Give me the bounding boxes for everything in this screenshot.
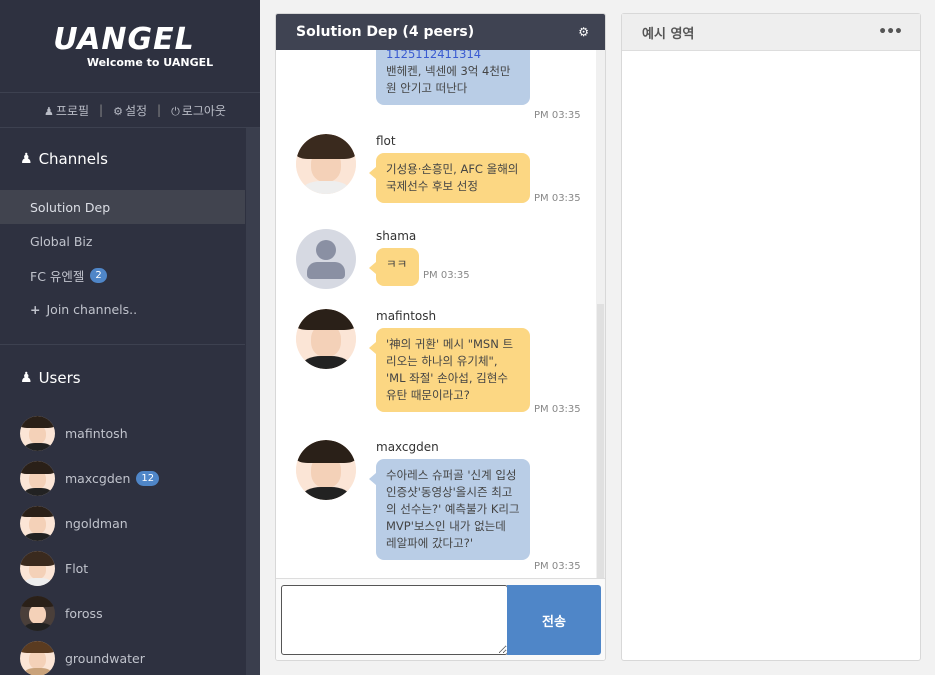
- user-item[interactable]: mafintosh: [0, 411, 260, 456]
- settings-link[interactable]: ⚙ 설정: [113, 102, 147, 119]
- unread-badge: 2: [90, 267, 107, 283]
- user-icon: ♟: [20, 370, 33, 386]
- example-title: 예시 영역: [642, 26, 695, 42]
- message-bubble: 기성용·손흥민, AFC 올해의 국제선수 후보 선정: [369, 153, 530, 203]
- message-bubble: ㅋㅋ: [369, 248, 419, 286]
- chat-header: Solution Dep (4 peers) ⚙: [276, 14, 605, 50]
- separator: |: [99, 103, 104, 117]
- profile-label: 프로필: [55, 103, 90, 118]
- avatar: [20, 461, 55, 496]
- avatar: [296, 440, 356, 500]
- users-title-label: Users: [38, 369, 81, 387]
- user-item[interactable]: maxcgden 12: [0, 456, 260, 501]
- compose-area: 전송: [276, 578, 605, 660]
- unread-badge: 12: [136, 471, 160, 486]
- chat-panel: Solution Dep (4 peers) ⚙ 1125112411314 밴…: [275, 13, 606, 661]
- message-text: 기성용·손흥민, AFC 올해의 국제선수 후보 선정: [386, 162, 519, 193]
- user-label: foross: [65, 606, 103, 621]
- plus-icon: +: [30, 301, 41, 317]
- message-time: PM 03:35: [423, 270, 470, 281]
- channel-item-fc[interactable]: FC 유엔젤 2: [0, 258, 245, 292]
- group-icon: ♟: [20, 151, 33, 167]
- avatar: [20, 596, 55, 631]
- user-item[interactable]: foross: [0, 591, 260, 636]
- message-sender: flot: [376, 134, 396, 148]
- avatar: [296, 134, 356, 194]
- profile-link[interactable]: ♟ 프로필: [44, 102, 89, 119]
- channels-title: ♟ Channels: [0, 128, 260, 190]
- message-bubble: 1125112411314 밴헤켄, 넥센에 3억 4천만 원 안기고 떠난다: [376, 50, 530, 105]
- gear-icon: ⚙: [113, 104, 123, 118]
- avatar: [20, 551, 55, 586]
- channel-label: Global Biz: [30, 233, 93, 249]
- avatar: [20, 641, 55, 675]
- message-bubble: '神의 귀환' 메시 "MSN 트리오는 하나의 유기체", 'ML 좌절' 손…: [369, 328, 530, 412]
- message-link[interactable]: 1125112411314: [386, 50, 520, 63]
- user-label: maxcgden: [65, 471, 131, 486]
- channel-item-global-biz[interactable]: Global Biz: [0, 224, 245, 258]
- chat-title: Solution Dep (4 peers): [296, 24, 475, 40]
- separator: |: [157, 103, 162, 117]
- power-icon: ⏻: [171, 104, 180, 118]
- message-sender: shama: [376, 229, 417, 243]
- user-label: mafintosh: [65, 426, 128, 441]
- avatar: [20, 416, 55, 451]
- message-time: PM 03:35: [534, 561, 581, 572]
- sidebar: UANGEL Welcome to UANGEL ♟ 프로필 | ⚙ 설정 | ⏻ 로…: [0, 0, 260, 675]
- message-time: PM 03:35: [534, 404, 581, 415]
- channels-title-label: Channels: [38, 150, 108, 168]
- channel-item-solution-dep[interactable]: Solution Dep: [0, 190, 245, 224]
- avatar: [296, 309, 356, 369]
- user-item[interactable]: Flot: [0, 546, 260, 591]
- message-sender: mafintosh: [376, 309, 437, 323]
- users-title: ♟ Users: [0, 345, 260, 411]
- user-label: ngoldman: [65, 516, 128, 531]
- logout-label: 로그아웃: [181, 103, 226, 118]
- message-input[interactable]: [281, 585, 508, 655]
- user-item[interactable]: ngoldman: [0, 501, 260, 546]
- sidebar-scrollbar[interactable]: [246, 128, 260, 675]
- user-item[interactable]: groundwater: [0, 636, 260, 675]
- user-label: groundwater: [65, 651, 145, 666]
- channel-label: FC 유엔젤: [30, 268, 85, 284]
- message-list[interactable]: 1125112411314 밴헤켄, 넥센에 3억 4천만 원 안기고 떠난다 …: [276, 50, 605, 578]
- message-text: '神의 귀환' 메시 "MSN 트리오는 하나의 유기체", 'ML 좌절' 손…: [386, 337, 514, 402]
- logo-welcome: Welcome to UANGEL: [86, 55, 214, 69]
- settings-label: 설정: [124, 103, 148, 118]
- send-button[interactable]: 전송: [507, 585, 601, 655]
- user-menu: ♟ 프로필 | ⚙ 설정 | ⏻ 로그아웃: [0, 93, 260, 128]
- message-text: 밴헤켄, 넥센에 3억 4천만 원 안기고 떠난다: [386, 64, 511, 95]
- more-icon[interactable]: •••: [878, 24, 903, 40]
- join-channels-link[interactable]: + Join channels..: [0, 292, 245, 326]
- join-channels-label: Join channels..: [46, 301, 138, 317]
- gear-icon[interactable]: ⚙: [578, 25, 589, 39]
- message-text: 수아레스 슈퍼골 '신계 입성 인증샷'동영상'올시즌 최고의 선수는?' 예측…: [386, 468, 520, 550]
- avatar: [296, 229, 356, 289]
- example-panel: 예시 영역 •••: [621, 13, 921, 661]
- logout-link[interactable]: ⏻ 로그아웃: [171, 102, 226, 119]
- message-scrollbar-thumb[interactable]: [597, 304, 604, 578]
- user-icon: ♟: [44, 104, 54, 118]
- message-bubble: 수아레스 슈퍼골 '신계 입성 인증샷'동영상'올시즌 최고의 선수는?' 예측…: [369, 459, 530, 560]
- avatar: [20, 506, 55, 541]
- example-header: 예시 영역 •••: [622, 14, 920, 51]
- channel-label: Solution Dep: [30, 199, 111, 215]
- message-time: PM 03:35: [534, 110, 581, 121]
- logo: UANGEL Welcome to UANGEL: [0, 0, 260, 93]
- message-time: PM 03:35: [534, 193, 581, 204]
- message-text: ㅋㅋ: [386, 257, 408, 271]
- user-label: Flot: [65, 561, 89, 576]
- message-sender: maxcgden: [376, 440, 439, 454]
- logo-brand: UANGEL: [53, 21, 195, 57]
